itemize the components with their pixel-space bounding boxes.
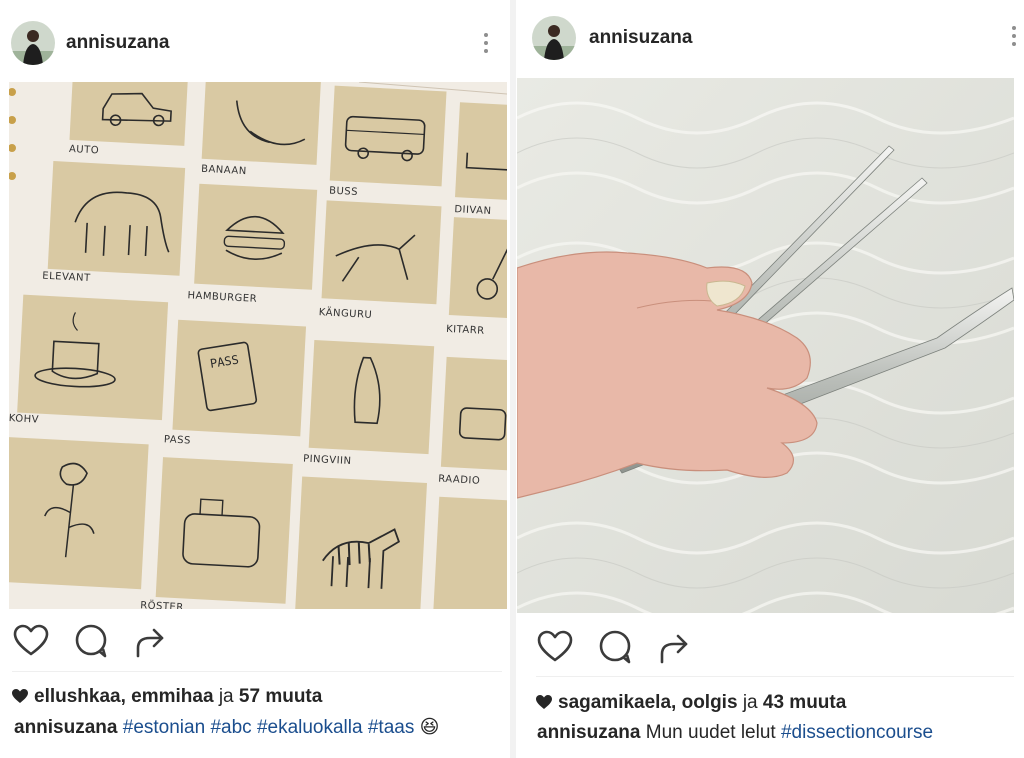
post-photo[interactable] [517, 78, 1014, 613]
share-icon[interactable] [656, 628, 694, 666]
more-options-icon[interactable] [483, 33, 489, 57]
caption-username[interactable]: annisuzana [14, 717, 117, 738]
likes-count[interactable]: 43 muuta [763, 692, 846, 713]
card-partial [432, 496, 507, 609]
share-icon[interactable] [132, 622, 170, 660]
liked-by-names[interactable]: sagamikaela, oolgis [558, 692, 738, 713]
action-bar [536, 628, 736, 668]
likes-conjunction: ja [218, 686, 234, 707]
caption: annisuzana #estonian #abc #ekaluokalla #… [14, 716, 439, 739]
divider [536, 676, 1014, 677]
avatar[interactable] [11, 21, 55, 65]
comment-icon[interactable] [596, 628, 634, 666]
card-label: PASS [164, 434, 191, 446]
hashtag[interactable]: #dissectioncourse [781, 722, 933, 743]
alphabet-book-photo: AUTO BANAAN BUSS DIIVAN ELEVANT HAMBURGE… [9, 82, 507, 609]
comment-icon[interactable] [72, 622, 110, 660]
user-avatar-icon [532, 16, 576, 60]
card-elevant: ELEVANT [42, 161, 186, 284]
caption-text: Mun uudet lelut [645, 722, 776, 743]
card-label: RAADIO [438, 474, 481, 487]
liked-by-names[interactable]: ellushkaa, emmihaa [34, 686, 214, 707]
post-left: annisuzana AUTO BANAAN BUSS DIIVAN ELEVA… [0, 0, 510, 758]
hashtag[interactable]: #abc [210, 717, 251, 738]
caption: annisuzana Mun uudet lelut #dissectionco… [537, 722, 933, 744]
post-username[interactable]: annisuzana [66, 32, 169, 54]
more-options-icon[interactable] [1011, 26, 1017, 50]
card-roos: S [9, 436, 149, 590]
card-label: AUTO [69, 144, 100, 157]
hashtag[interactable]: #estonian [123, 717, 205, 738]
card-sebra [295, 476, 428, 609]
card-label: KITARR [446, 324, 485, 337]
hashtag[interactable]: #ekaluokalla [257, 717, 363, 738]
divider [12, 671, 502, 672]
likes-line: sagamikaela, oolgis ja 43 muuta [536, 692, 846, 714]
post-header: annisuzana [0, 0, 510, 65]
small-heart-icon [536, 695, 552, 709]
card-label: KOHV [9, 413, 39, 426]
heart-icon[interactable] [536, 628, 574, 666]
user-avatar-icon [11, 21, 55, 65]
emoji: 😆 [419, 717, 440, 738]
post-photo[interactable]: AUTO BANAAN BUSS DIIVAN ELEVANT HAMBURGE… [9, 82, 507, 609]
likes-count[interactable]: 57 muuta [239, 686, 322, 707]
action-bar [12, 622, 212, 662]
post-username[interactable]: annisuzana [589, 27, 692, 49]
hashtag[interactable]: #taas [368, 717, 414, 738]
post-header: annisuzana [516, 0, 1024, 60]
post-right: annisuzana sagamikaela, oolgis ja 43 muu… [516, 0, 1024, 758]
card-label: BUSS [329, 186, 358, 198]
card-kohv: KOHV [9, 294, 169, 426]
card-roster: RÖSTER [140, 457, 293, 609]
caption-username[interactable]: annisuzana [537, 722, 640, 743]
small-heart-icon [12, 689, 28, 703]
dissection-tools-photo [517, 78, 1014, 613]
heart-icon[interactable] [12, 622, 50, 660]
likes-line: ellushkaa, emmihaa ja 57 muuta [12, 686, 322, 708]
avatar[interactable] [532, 16, 576, 60]
likes-conjunction: ja [742, 692, 758, 713]
card-label: DIIVAN [454, 204, 492, 217]
